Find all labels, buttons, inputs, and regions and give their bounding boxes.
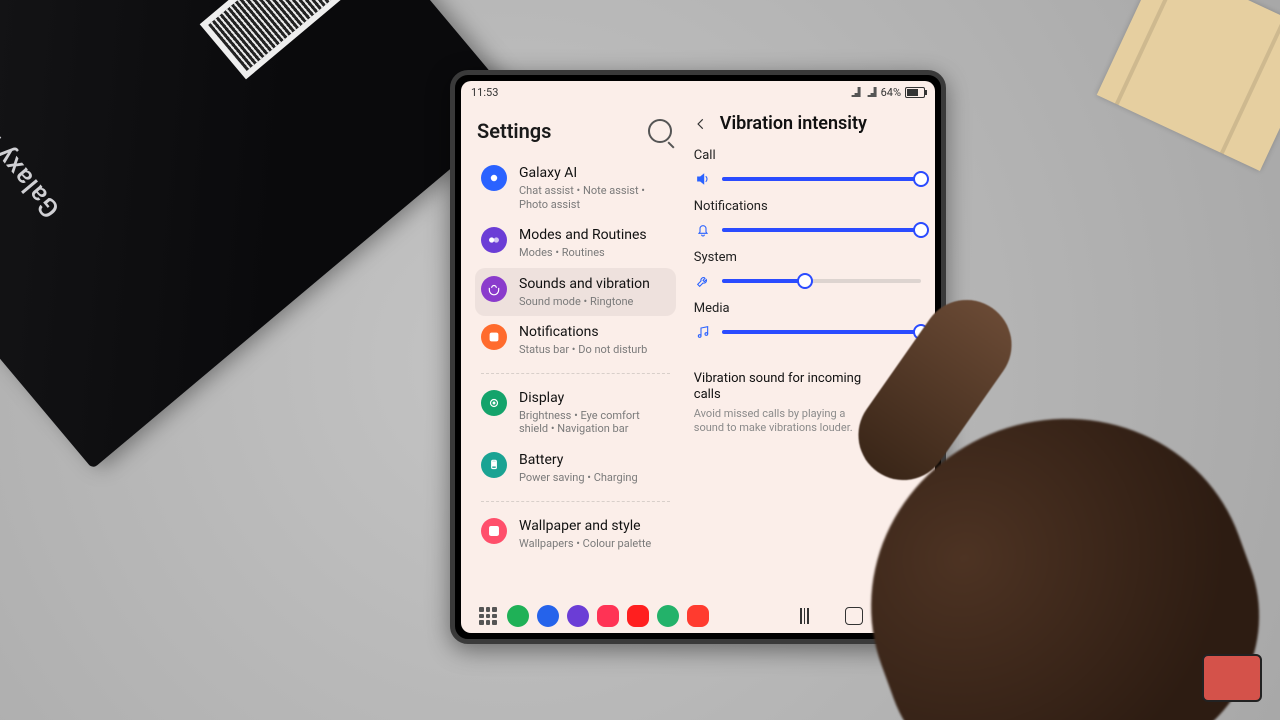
wrench-icon	[694, 272, 712, 290]
product-box-barcode	[200, 0, 370, 79]
settings-item-icon	[481, 324, 507, 350]
apps-drawer-button[interactable]	[479, 607, 497, 625]
chevron-left-icon	[694, 117, 708, 131]
settings-item-title: Sounds and vibration	[519, 276, 650, 293]
slider-notifications[interactable]	[722, 220, 921, 240]
settings-item-galaxy-ai[interactable]: Galaxy AI Chat assist • Note assist • Pho…	[475, 157, 676, 219]
settings-item-notifications[interactable]: Notifications Status bar • Do not disturb	[475, 316, 676, 365]
battery-icon	[905, 87, 925, 98]
settings-item-battery[interactable]: Battery Power saving • Charging	[475, 444, 676, 493]
tablet-frame: 11:53 64% Settings Galaxy AI Chat assist …	[450, 70, 946, 644]
dock-app-gallery[interactable]	[597, 605, 619, 627]
slider-label-system: System	[694, 250, 921, 265]
settings-item-icon	[481, 165, 507, 191]
toggle-subtitle: Avoid missed calls by playing a sound to…	[694, 407, 877, 436]
settings-item-title: Battery	[519, 452, 638, 469]
settings-item-title: Galaxy AI	[519, 165, 670, 182]
wooden-block	[1097, 0, 1280, 171]
back-button[interactable]	[692, 115, 710, 133]
settings-list-pane: Settings Galaxy AI Chat assist • Note ass…	[461, 103, 684, 599]
settings-item-title: Wallpaper and style	[519, 518, 651, 535]
slider-label-call: Call	[694, 148, 921, 163]
slider-system[interactable]	[722, 271, 921, 291]
dock-app-browser[interactable]	[567, 605, 589, 627]
toggle-title: Vibration sound for incoming calls	[694, 371, 877, 404]
slider-label-notifications: Notifications	[694, 199, 921, 214]
settings-item-subtitle: Sound mode • Ringtone	[519, 295, 650, 309]
slider-call[interactable]	[722, 169, 921, 189]
settings-title: Settings	[477, 119, 551, 143]
dock-app-youtube[interactable]	[627, 605, 649, 627]
settings-item-subtitle: Power saving • Charging	[519, 471, 638, 485]
settings-item-icon	[481, 276, 507, 302]
settings-item-title: Modes and Routines	[519, 227, 647, 244]
bell-icon	[694, 221, 712, 239]
signal-icon	[849, 87, 861, 97]
nav-home-button[interactable]	[845, 607, 863, 625]
dock-app-whatsapp[interactable]	[657, 605, 679, 627]
scene-background: Galaxy Z Fold6 11:53 64% Settings	[0, 0, 1280, 720]
watermark-logo	[1202, 654, 1262, 702]
settings-item-subtitle: Brightness • Eye comfort shield • Naviga…	[519, 409, 670, 437]
battery-percent: 64%	[881, 86, 901, 99]
signal-icon-2	[865, 87, 877, 97]
separator	[481, 501, 670, 502]
product-box: Galaxy Z Fold6	[0, 0, 522, 469]
dock-app-app[interactable]	[687, 605, 709, 627]
detail-title: Vibration intensity	[720, 113, 867, 134]
settings-item-display[interactable]: Display Brightness • Eye comfort shield •…	[475, 382, 676, 444]
status-time: 11:53	[471, 86, 498, 99]
settings-item-title: Notifications	[519, 324, 647, 341]
settings-item-modes-and-routines[interactable]: Modes and Routines Modes • Routines	[475, 219, 676, 268]
slider-media[interactable]	[722, 322, 921, 342]
settings-item-subtitle: Wallpapers • Colour palette	[519, 537, 651, 551]
slider-label-media: Media	[694, 301, 921, 316]
settings-item-icon	[481, 227, 507, 253]
separator	[481, 373, 670, 374]
taskbar	[461, 599, 935, 633]
settings-item-subtitle: Chat assist • Note assist • Photo assist	[519, 184, 670, 212]
music-icon	[694, 323, 712, 341]
tablet-screen: 11:53 64% Settings Galaxy AI Chat assist …	[461, 81, 935, 633]
settings-item-subtitle: Status bar • Do not disturb	[519, 343, 647, 357]
settings-item-icon	[481, 452, 507, 478]
nav-recents-button[interactable]	[800, 608, 809, 624]
product-box-label: Galaxy Z Fold6	[0, 62, 66, 223]
search-icon[interactable]	[648, 119, 672, 143]
settings-item-subtitle: Modes • Routines	[519, 246, 647, 260]
status-bar: 11:53 64%	[461, 81, 935, 103]
dock-app-phone[interactable]	[507, 605, 529, 627]
dock-app-messages[interactable]	[537, 605, 559, 627]
settings-item-sounds-and-vibration[interactable]: Sounds and vibration Sound mode • Rington…	[475, 268, 676, 317]
settings-item-icon	[481, 390, 507, 416]
settings-item-title: Display	[519, 390, 670, 407]
settings-item-icon	[481, 518, 507, 544]
settings-item-wallpaper-and-style[interactable]: Wallpaper and style Wallpapers • Colour p…	[475, 510, 676, 559]
volume-icon	[694, 170, 712, 188]
